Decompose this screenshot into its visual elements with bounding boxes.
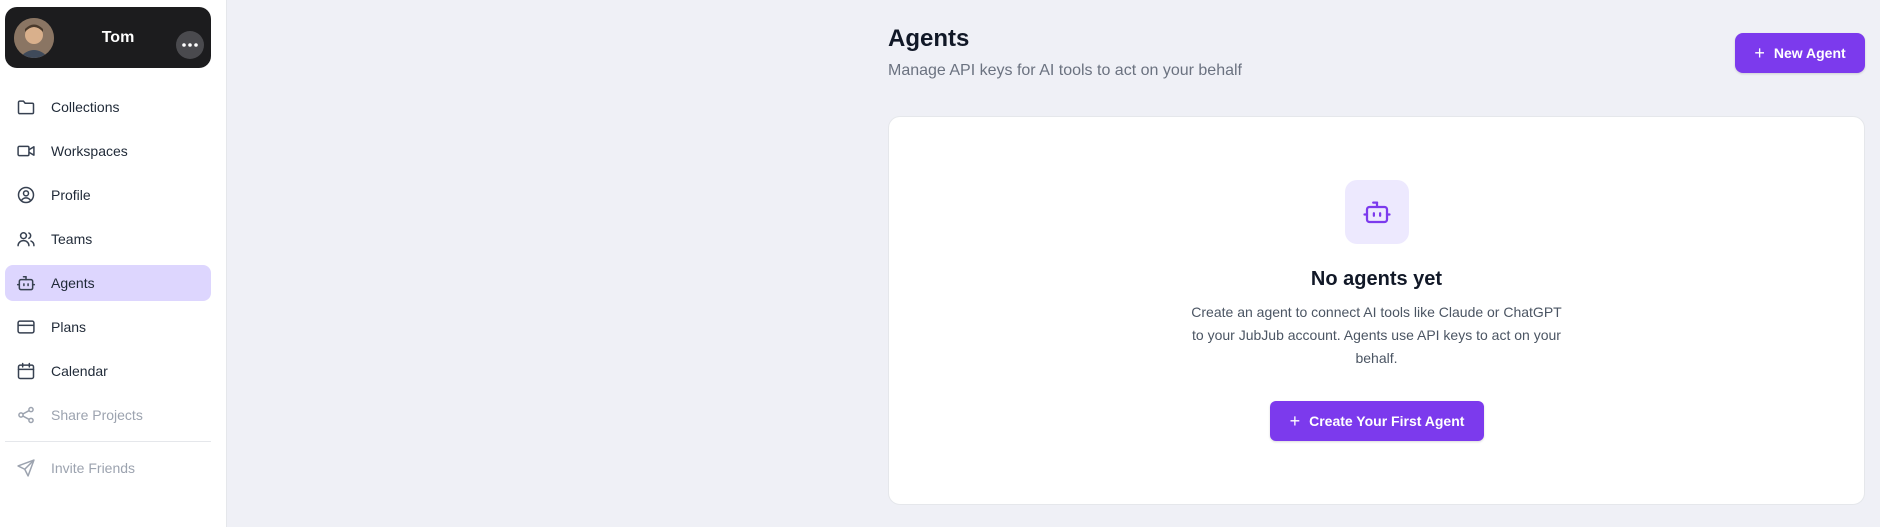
sidebar-item-label: Profile [51,187,91,203]
sidebar-item-label: Collections [51,99,120,115]
users-icon [17,232,35,247]
robot-icon [1363,201,1391,224]
create-first-agent-button[interactable]: + Create Your First Agent [1270,401,1484,441]
sidebar-item-collections[interactable]: Collections [5,89,211,125]
page-subtitle: Manage API keys for AI tools to act on y… [888,62,1242,79]
sidebar-item-label: Invite Friends [51,460,136,476]
empty-state-illustration [1345,180,1409,244]
sidebar-item-invite-friends[interactable]: Invite Friends [5,450,211,486]
sidebar: Tom Collections Workspaces Profile Teams… [0,0,227,527]
more-options-icon[interactable] [176,31,204,59]
video-icon [17,145,35,157]
plus-icon: + [1754,43,1765,63]
sidebar-item-label: Workspaces [51,143,128,159]
sidebar-item-label: Calendar [51,363,108,379]
page-title: Agents [888,25,970,52]
create-first-agent-label: Create Your First Agent [1309,413,1465,429]
sidebar-item-label: Agents [51,275,95,291]
calendar-icon [17,362,35,380]
sidebar-divider [5,441,211,442]
sidebar-item-plans[interactable]: Plans [5,309,211,345]
empty-state-description: Create an agent to connect AI tools like… [1191,304,1562,366]
sidebar-item-label: Share Projects [51,407,143,423]
folder-icon [17,100,35,115]
robot-icon [16,276,36,291]
sidebar-item-workspaces[interactable]: Workspaces [5,133,211,169]
credit-card-icon [17,320,35,334]
plus-icon: + [1289,411,1301,431]
sidebar-item-label: Teams [51,231,93,247]
sidebar-item-profile[interactable]: Profile [5,177,211,213]
sidebar-item-agents[interactable]: Agents [5,265,211,301]
share-icon [18,406,34,424]
empty-state-title: No agents yet [1310,268,1443,290]
sidebar-item-calendar[interactable]: Calendar [5,353,211,389]
user-circle-icon [17,186,35,204]
user-menu[interactable]: Tom [5,7,211,68]
sidebar-item-share-projects[interactable]: Share Projects [5,397,211,433]
sidebar-item-label: Plans [51,319,87,335]
send-icon [17,459,35,477]
new-agent-button[interactable]: + New Agent [1735,33,1865,73]
sidebar-item-teams[interactable]: Teams [5,221,211,257]
new-agent-label: New Agent [1773,45,1846,61]
